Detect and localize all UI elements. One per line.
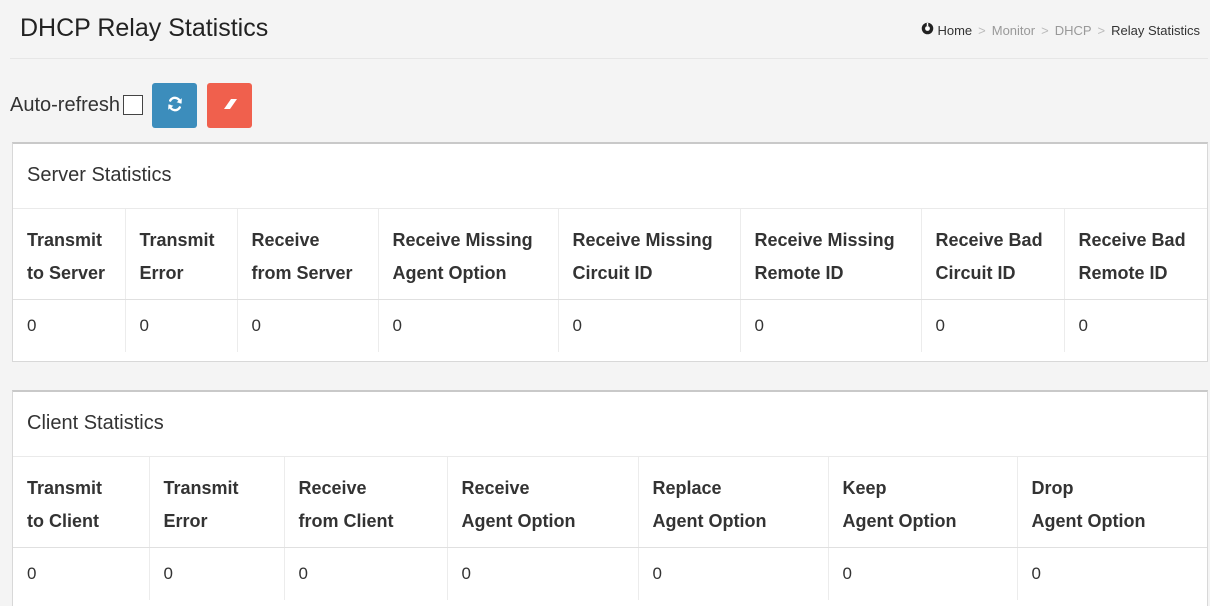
value-receive-missing-remote-id: 0	[740, 299, 922, 352]
page-header: DHCP Relay Statistics Home > Monitor > D…	[10, 0, 1208, 59]
value-receive-missing-agent-option: 0	[378, 299, 559, 352]
server-statistics-title: Server Statistics	[13, 144, 1207, 209]
value-receive-bad-remote-id: 0	[1078, 316, 1088, 335]
refresh-button[interactable]	[152, 82, 198, 128]
value-transmit-error: 0	[149, 547, 285, 600]
col-transmit-to-server: Transmit to Server	[13, 209, 126, 300]
eraser-icon	[221, 95, 239, 116]
table-row: 0 0 0 0 0 0 0 0	[13, 299, 1207, 352]
server-header-row: Transmit to Server Transmit Error Receive f…	[13, 209, 1207, 300]
toolbar: Auto-refresh	[10, 82, 262, 128]
server-statistics-table: Transmit to Server Transmit Error Receive f…	[13, 209, 1207, 352]
value-receive-from-server: 0	[237, 299, 379, 352]
refresh-icon	[166, 95, 184, 116]
breadcrumb-current: Relay Statistics	[1111, 22, 1200, 38]
value-receive-bad-circuit-id: 0	[921, 299, 1065, 352]
col-receive-bad-remote-id: Receive Bad Remote ID	[1064, 209, 1207, 300]
clear-button[interactable]	[207, 82, 253, 128]
col-transmit-error: Transmit Error	[125, 209, 238, 300]
client-statistics-panel: Client Statistics Transmit to Client Tran…	[12, 390, 1208, 606]
col-receive-missing-remote-id: Receive Missing Remote ID	[740, 209, 922, 300]
value-receive-missing-circuit-id: 0	[558, 299, 741, 352]
breadcrumb-separator: >	[978, 22, 986, 38]
value-drop-agent-option: 0	[1031, 564, 1041, 583]
col-receive-from-client: Receive from Client	[284, 457, 448, 548]
table-row: 0 0 0 0 0 0 0	[13, 547, 1207, 600]
value-receive-from-client: 0	[284, 547, 448, 600]
col-receive-missing-agent-option: Receive Missing Agent Option	[378, 209, 559, 300]
home-icon[interactable]	[921, 22, 934, 38]
col-receive-from-server: Receive from Server	[237, 209, 379, 300]
breadcrumb-separator: >	[1097, 22, 1106, 38]
server-statistics-panel: Server Statistics Transmit to Server Tran…	[12, 142, 1208, 362]
breadcrumb-monitor-link[interactable]: Monitor	[992, 23, 1035, 38]
client-statistics-table: Transmit to Client Transmit Error Receive f…	[13, 457, 1207, 600]
auto-refresh-label: Auto-refresh	[10, 93, 121, 116]
col-receive-bad-circuit-id: Receive Bad Circuit ID	[921, 209, 1065, 300]
col-replace-agent-option: Replace Agent Option	[638, 457, 829, 548]
value-replace-agent-option: 0	[638, 547, 829, 600]
value-keep-agent-option: 0	[828, 547, 1018, 600]
client-header-row: Transmit to Client Transmit Error Receive f…	[13, 457, 1207, 548]
breadcrumb-home-link[interactable]: Home	[937, 23, 972, 38]
breadcrumb: Home > Monitor > DHCP > Relay Statistics	[921, 22, 1200, 38]
page-title: DHCP Relay Statistics	[20, 14, 269, 42]
client-statistics-title: Client Statistics	[13, 392, 1207, 457]
col-drop-agent-option: Drop Agent Option	[1017, 457, 1207, 548]
auto-refresh-checkbox[interactable]	[123, 95, 144, 115]
value-transmit-to-server: 0	[13, 299, 126, 352]
col-keep-agent-option: Keep Agent Option	[828, 457, 1018, 548]
value-transmit-error: 0	[125, 299, 238, 352]
breadcrumb-dhcp-link[interactable]: DHCP	[1055, 23, 1092, 38]
col-receive-agent-option: Receive Agent Option	[447, 457, 639, 548]
col-transmit-error: Transmit Error	[149, 457, 285, 548]
col-transmit-to-client: Transmit to Client	[13, 457, 150, 548]
value-transmit-to-client: 0	[13, 547, 150, 600]
breadcrumb-separator: >	[1041, 22, 1049, 38]
value-receive-agent-option: 0	[447, 547, 639, 600]
col-receive-missing-circuit-id: Receive Missing Circuit ID	[558, 209, 741, 300]
